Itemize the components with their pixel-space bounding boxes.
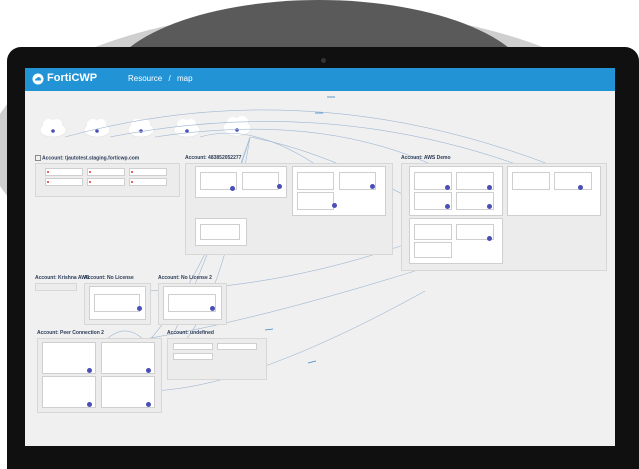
resource-card[interactable]	[297, 172, 334, 190]
cloud-icon[interactable]	[173, 119, 201, 138]
resource-card[interactable]	[217, 343, 257, 350]
resource-card[interactable]	[129, 168, 167, 176]
app-screen: FortiCWP Resource / map Account: tjautot…	[25, 68, 615, 446]
resource-card[interactable]	[45, 168, 83, 176]
account-title[interactable]: Account: No License 2	[158, 275, 212, 281]
network-node[interactable]	[332, 203, 337, 208]
status-dot	[47, 181, 49, 183]
account-title[interactable]: Account: Krishna AWS	[35, 275, 89, 281]
network-node[interactable]	[146, 368, 151, 373]
resource-card[interactable]	[94, 294, 140, 312]
network-node[interactable]	[137, 306, 142, 311]
resource-card[interactable]	[297, 192, 334, 210]
network-node[interactable]	[578, 185, 583, 190]
account-title[interactable]: Account: 483852052277	[185, 155, 241, 161]
network-node[interactable]	[277, 184, 282, 189]
resource-card[interactable]	[554, 172, 592, 190]
cloud-icon[interactable]	[39, 119, 67, 138]
account-title[interactable]: Account: tjautotest.staging.forticwp.com	[35, 155, 139, 161]
network-node[interactable]	[487, 236, 492, 241]
network-node[interactable]	[230, 186, 235, 191]
top-navigation-bar: FortiCWP Resource / map	[25, 68, 615, 91]
resource-card[interactable]	[512, 172, 550, 190]
resource-card[interactable]	[414, 224, 452, 240]
breadcrumb-separator: /	[168, 74, 171, 83]
network-node[interactable]	[146, 402, 151, 407]
cloud-group	[39, 116, 252, 138]
network-node[interactable]	[87, 402, 92, 407]
cloud-logo-icon	[32, 73, 44, 85]
account-title[interactable]: Account: AWS Demo	[401, 155, 451, 161]
account-title[interactable]: Account: undefined	[167, 330, 214, 336]
resource-card[interactable]	[45, 178, 83, 186]
cloud-icon[interactable]	[83, 119, 111, 138]
network-node[interactable]	[445, 185, 450, 190]
camera-dot	[321, 58, 326, 63]
resource-card[interactable]	[87, 178, 125, 186]
account-title[interactable]: Account: Peer Connection 2	[37, 330, 104, 336]
breadcrumb-resource[interactable]: Resource	[128, 74, 162, 83]
resource-card[interactable]	[173, 353, 213, 360]
resource-card[interactable]	[168, 294, 216, 312]
account-icon	[35, 155, 41, 161]
network-node[interactable]	[87, 368, 92, 373]
status-dot	[131, 171, 133, 173]
network-node[interactable]	[487, 185, 492, 190]
status-dot	[131, 181, 133, 183]
resource-card[interactable]	[242, 172, 279, 190]
resource-card[interactable]	[173, 343, 213, 350]
breadcrumb-map: map	[176, 74, 193, 83]
status-dot	[47, 171, 49, 173]
resource-card[interactable]	[87, 168, 125, 176]
resource-card[interactable]	[129, 178, 167, 186]
network-node[interactable]	[445, 204, 450, 209]
network-node[interactable]	[487, 204, 492, 209]
resource-card[interactable]	[200, 224, 240, 240]
status-dot	[89, 171, 91, 173]
account-panel	[35, 283, 77, 291]
network-node[interactable]	[210, 306, 215, 311]
breadcrumb: Resource / map	[128, 74, 197, 83]
account-title[interactable]: Account: No License	[84, 275, 134, 281]
status-dot	[89, 181, 91, 183]
app-name[interactable]: FortiCWP	[47, 72, 97, 84]
resource-card[interactable]	[414, 242, 452, 258]
network-node[interactable]	[370, 184, 375, 189]
